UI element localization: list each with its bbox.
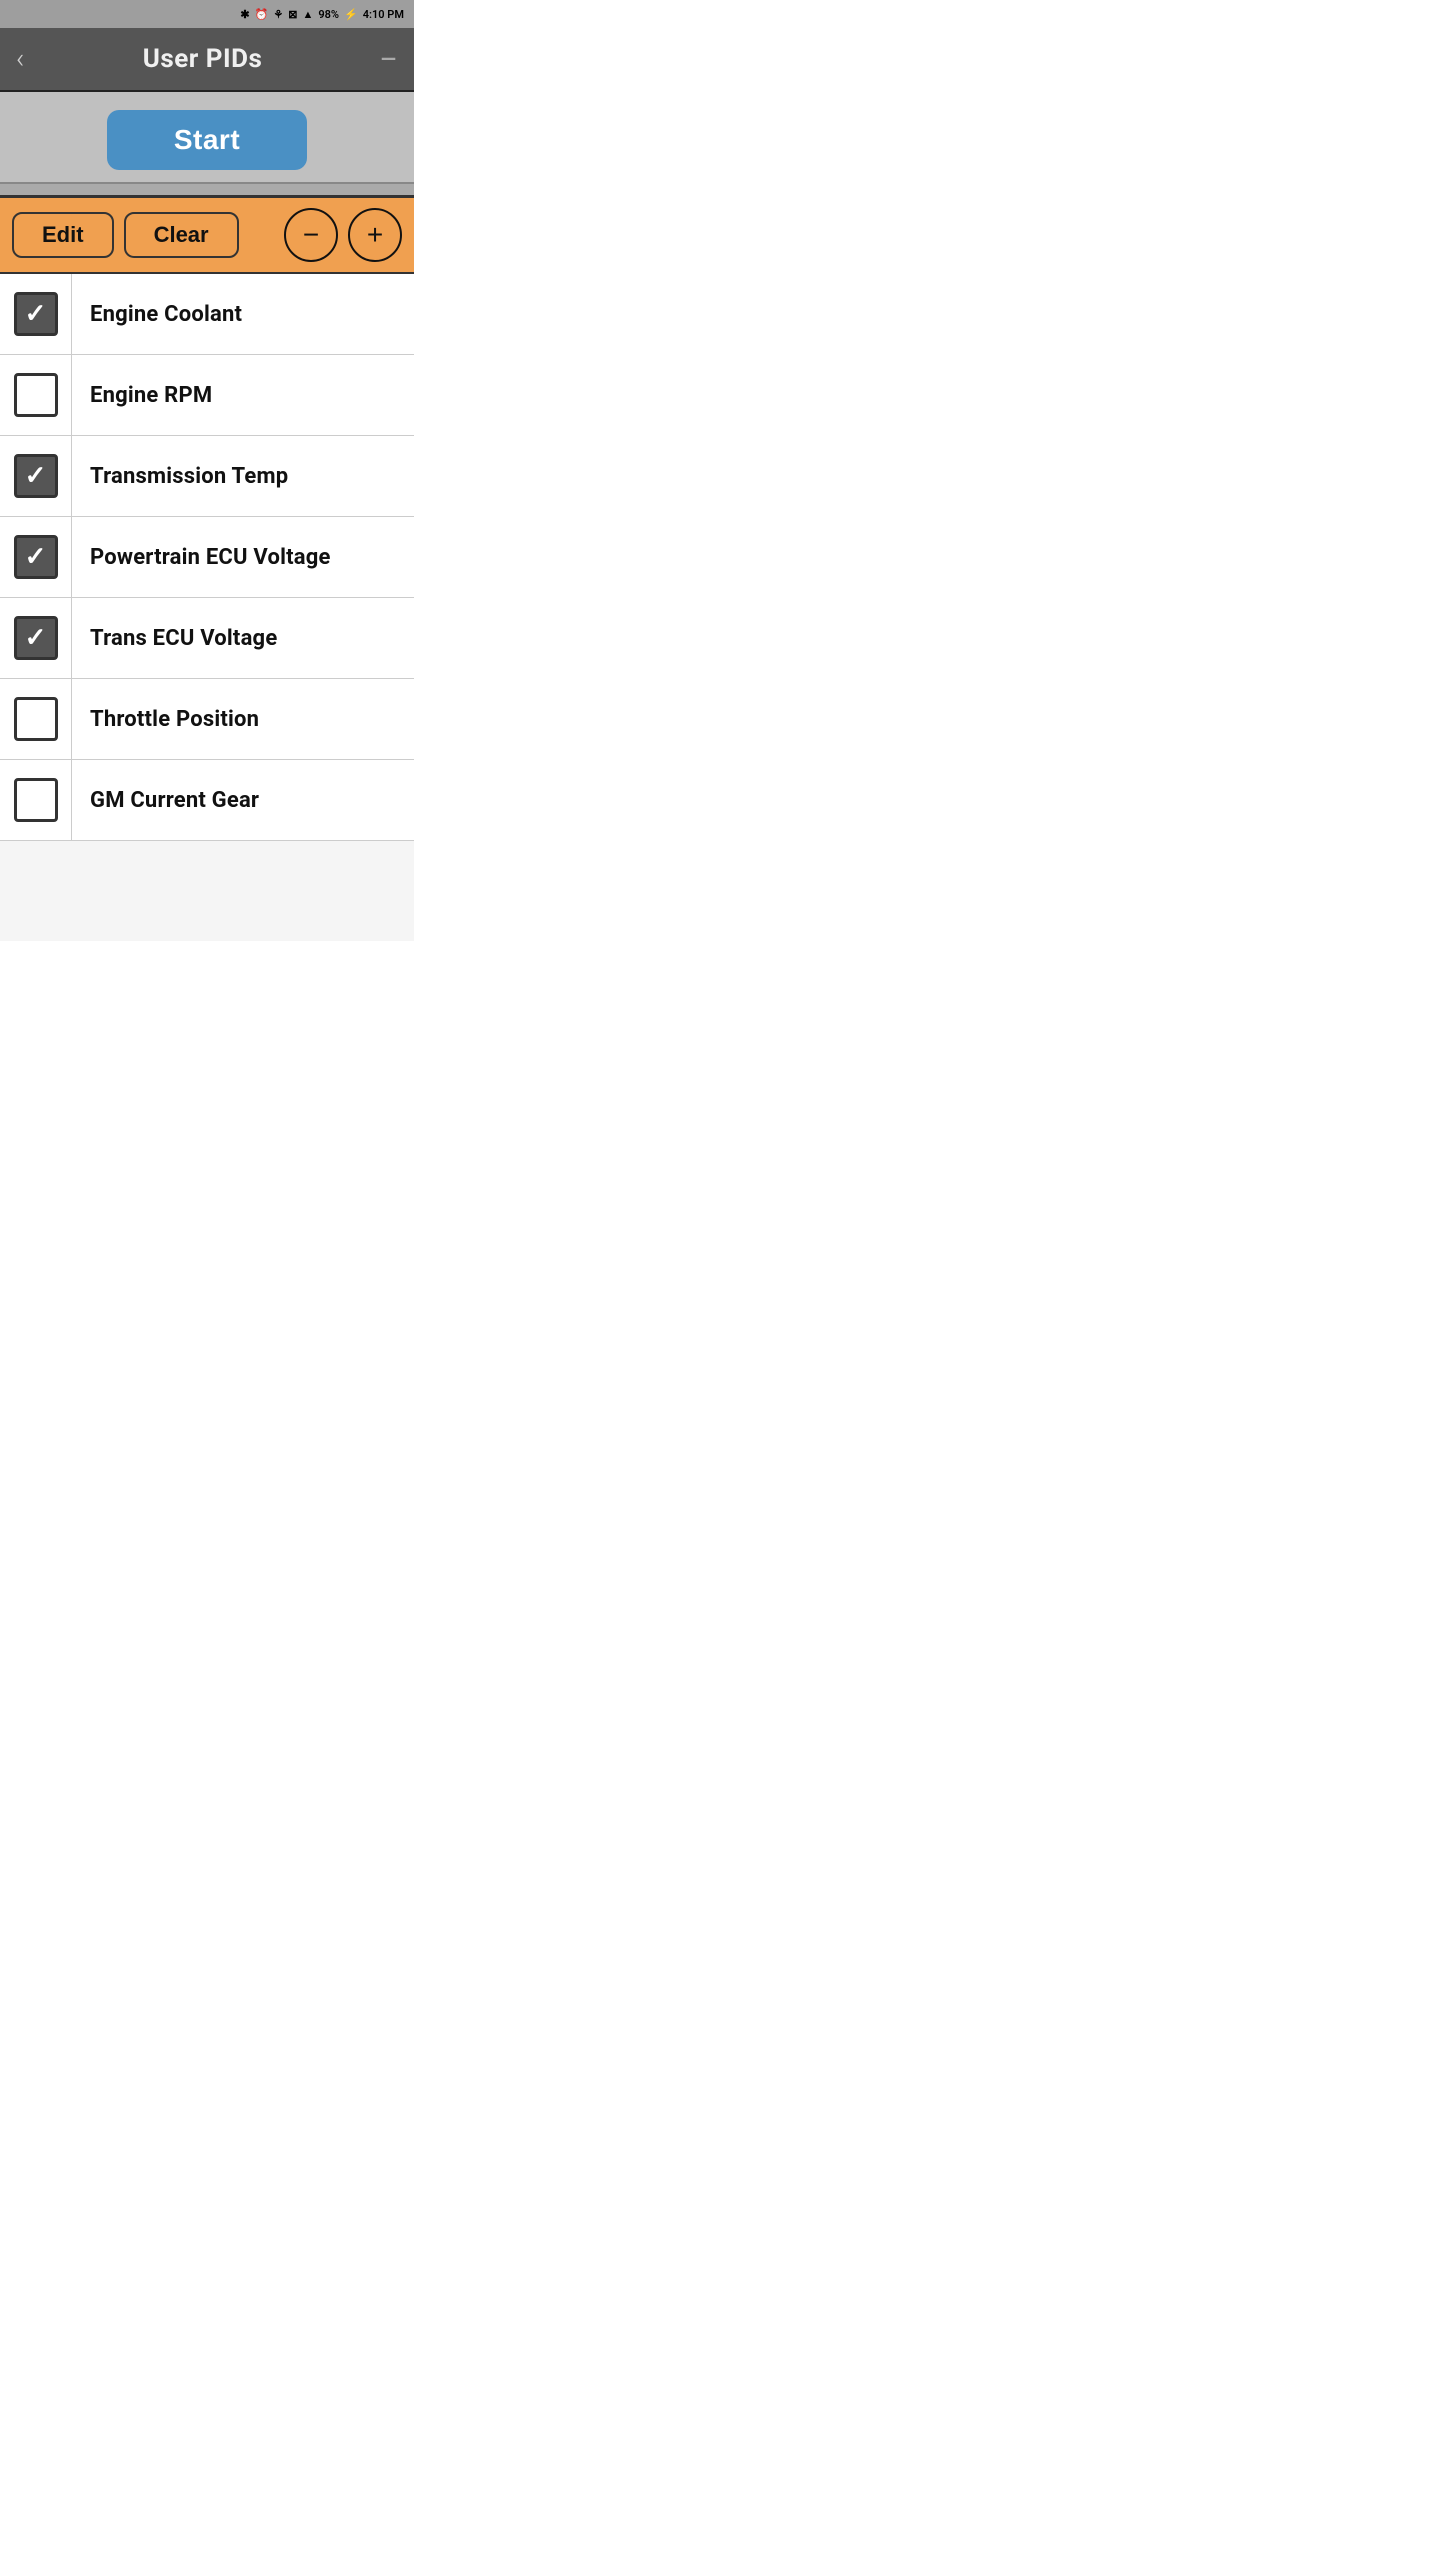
pid-label: Engine Coolant — [72, 302, 260, 327]
pid-label: Trans ECU Voltage — [72, 626, 295, 651]
table-row: Throttle Position — [0, 679, 414, 760]
start-area: Start — [0, 92, 414, 182]
battery-icon: ⚡ — [344, 8, 358, 21]
pid-label: Throttle Position — [72, 707, 277, 732]
checkmark-icon: ✓ — [25, 463, 47, 489]
menu-button[interactable]: — — [381, 49, 398, 69]
plus-button[interactable]: + — [348, 208, 402, 262]
wifi-icon: ⚘ — [273, 8, 283, 21]
pid-label: GM Current Gear — [72, 788, 277, 813]
pid-checkbox-3[interactable]: ✓ — [14, 454, 58, 498]
clear-button[interactable]: Clear — [124, 212, 239, 258]
toolbar: Edit Clear − + — [0, 198, 414, 274]
alarm-icon: ⏰ — [255, 8, 269, 21]
signal-icon: ▲ — [302, 8, 313, 21]
table-row: ✓ Trans ECU Voltage — [0, 598, 414, 679]
pid-checkbox-4[interactable]: ✓ — [14, 535, 58, 579]
pid-checkbox-5[interactable]: ✓ — [14, 616, 58, 660]
table-row: Engine RPM — [0, 355, 414, 436]
back-button[interactable]: ‹ — [16, 45, 24, 73]
checkmark-icon: ✓ — [25, 544, 47, 570]
edit-button[interactable]: Edit — [12, 212, 114, 258]
checkbox-cell: ✓ — [0, 274, 72, 354]
checkbox-cell — [0, 679, 72, 759]
checkmark-icon: ✓ — [25, 301, 47, 327]
pid-label: Transmission Temp — [72, 464, 306, 489]
pid-label: Engine RPM — [72, 383, 230, 408]
time-display: 4:10 PM — [363, 8, 404, 21]
checkbox-cell: ✓ — [0, 598, 72, 678]
pid-label: Powertrain ECU Voltage — [72, 545, 349, 570]
data-icon: ⊠ — [288, 8, 297, 21]
pid-checkbox-7[interactable] — [14, 778, 58, 822]
minus-button[interactable]: − — [284, 208, 338, 262]
table-row: ✓ Transmission Temp — [0, 436, 414, 517]
table-row: GM Current Gear — [0, 760, 414, 841]
status-bar: ✱ ⏰ ⚘ ⊠ ▲ 98% ⚡ 4:10 PM — [0, 0, 414, 28]
rest-area — [0, 841, 414, 941]
pid-checkbox-2[interactable] — [14, 373, 58, 417]
pid-checkbox-6[interactable] — [14, 697, 58, 741]
checkbox-cell — [0, 760, 72, 840]
bluetooth-icon: ✱ — [240, 8, 249, 21]
checkbox-cell: ✓ — [0, 436, 72, 516]
header: ‹ User PIDs — — [0, 28, 414, 92]
checkmark-icon: ✓ — [25, 625, 47, 651]
pid-list: ✓ Engine Coolant Engine RPM ✓ Transmission T… — [0, 274, 414, 841]
page-title: User PIDs — [143, 44, 263, 74]
divider-bar — [0, 182, 414, 198]
checkbox-cell — [0, 355, 72, 435]
start-button[interactable]: Start — [107, 110, 307, 170]
pid-checkbox-1[interactable]: ✓ — [14, 292, 58, 336]
status-bar-right: ✱ ⏰ ⚘ ⊠ ▲ 98% ⚡ 4:10 PM — [240, 8, 404, 21]
table-row: ✓ Engine Coolant — [0, 274, 414, 355]
table-row: ✓ Powertrain ECU Voltage — [0, 517, 414, 598]
battery-percent: 98% — [318, 8, 339, 21]
checkbox-cell: ✓ — [0, 517, 72, 597]
